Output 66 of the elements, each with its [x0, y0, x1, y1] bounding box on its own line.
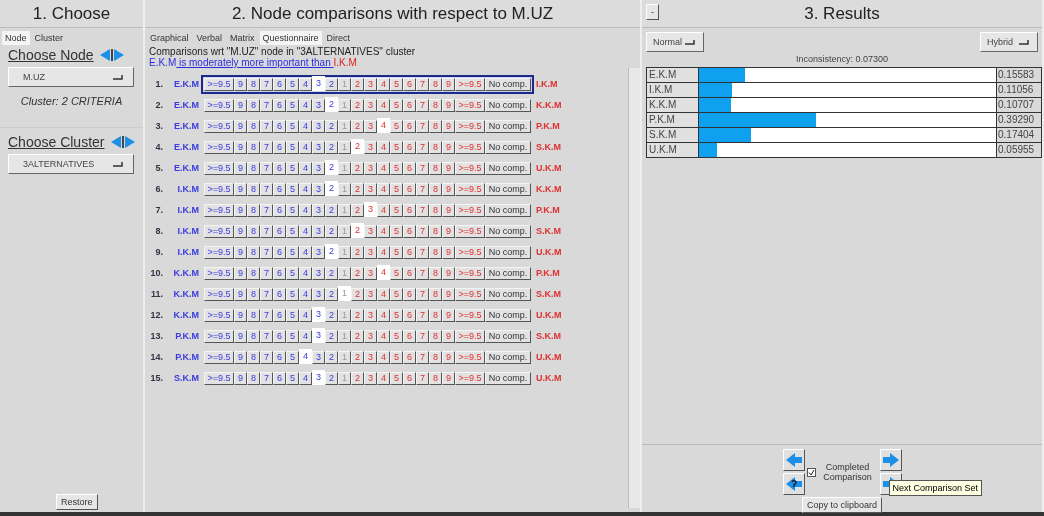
right-node-label: U.K.M: [536, 163, 563, 173]
left-node-label: I.K.M: [176, 205, 199, 215]
row-number: 10.: [149, 268, 163, 278]
row-number: 15.: [149, 373, 163, 383]
left-node-label: K.K.M: [172, 310, 199, 320]
right-node-label: K.K.M: [536, 100, 563, 110]
priority-label: P.K.M: [647, 113, 699, 127]
left-node-label: P.K.M: [174, 352, 199, 362]
priority-label: E.K.M: [647, 68, 699, 82]
cluster-info: Cluster: 2 CRITERIA: [0, 89, 143, 128]
comparison-caption: Comparisons wrt "M.UZ" node in "3ALTERNATIVES" cluster: [148, 45, 417, 57]
left-node-label: E.K.M: [173, 100, 199, 110]
left-node-label: E.K.M: [173, 142, 199, 152]
left-node-label: E.K.M: [173, 79, 199, 89]
left-node-label: P.K.M: [174, 331, 199, 341]
choose-node-heading: Choose Node: [8, 47, 94, 63]
row-number: 1.: [154, 79, 163, 89]
priority-label: S.K.M: [647, 128, 699, 142]
completed-label: Completed Comparison: [822, 462, 873, 482]
choose-cluster-heading: Choose Cluster: [8, 134, 105, 150]
right-node-label: U.K.M: [536, 352, 563, 362]
left-node-label: I.K.M: [176, 184, 199, 194]
left-node-label: K.K.M: [172, 289, 199, 299]
row-number: 7.: [154, 205, 163, 215]
row-number: 11.: [150, 289, 163, 299]
row-number: 13.: [149, 331, 163, 341]
right-node-label: S.K.M: [536, 289, 562, 299]
right-node-label: S.K.M: [536, 226, 562, 236]
priority-value: 0.10707: [997, 98, 1036, 112]
priority-label: K.K.M: [647, 98, 699, 112]
inconsistency-label: Inconsistency: 0.07300: [794, 53, 890, 66]
right-node-label: U.K.M: [536, 247, 563, 257]
priority-value: 0.39290: [997, 113, 1036, 127]
right-node-label: S.K.M: [536, 142, 562, 152]
tooltip: Next Comparison Set: [888, 480, 983, 496]
right-node-label: P.K.M: [536, 121, 561, 131]
priority-value: 0.11056: [997, 83, 1035, 97]
panel-title: 3. Results: [804, 3, 880, 24]
verbal-statement: E.K.M is moderately more important than I.K.M: [148, 57, 358, 68]
right-node-label: U.K.M: [536, 310, 563, 320]
row-number: 8.: [154, 226, 163, 236]
left-node-label: K.K.M: [172, 268, 199, 278]
left-node-label: E.K.M: [173, 163, 199, 173]
priority-label: U.K.M: [647, 143, 699, 157]
row-number: 4.: [154, 142, 163, 152]
row-number: 3.: [154, 121, 163, 131]
left-node-label: S.K.M: [173, 373, 199, 383]
left-node-label: E.K.M: [173, 121, 199, 131]
priority-value: 0.17404: [997, 128, 1036, 142]
left-node-label: I.K.M: [176, 247, 199, 257]
right-node-label: I.K.M: [536, 79, 559, 89]
row-number: 6.: [154, 184, 163, 194]
row-number: 5.: [154, 163, 163, 173]
right-node-label: K.K.M: [536, 184, 563, 194]
priority-value: 0.15583: [997, 68, 1036, 82]
right-node-label: P.K.M: [536, 268, 561, 278]
priority-label: I.K.M: [647, 83, 699, 97]
row-number: 12.: [149, 310, 163, 320]
row-number: 9.: [154, 247, 163, 257]
right-node-label: S.K.M: [536, 331, 562, 341]
priority-value: 0.05955: [997, 143, 1036, 157]
row-number: 2.: [154, 100, 163, 110]
right-node-label: P.K.M: [536, 205, 561, 215]
right-node-label: U.K.M: [536, 373, 563, 383]
left-node-label: I.K.M: [176, 226, 199, 236]
row-number: 14.: [149, 352, 163, 362]
